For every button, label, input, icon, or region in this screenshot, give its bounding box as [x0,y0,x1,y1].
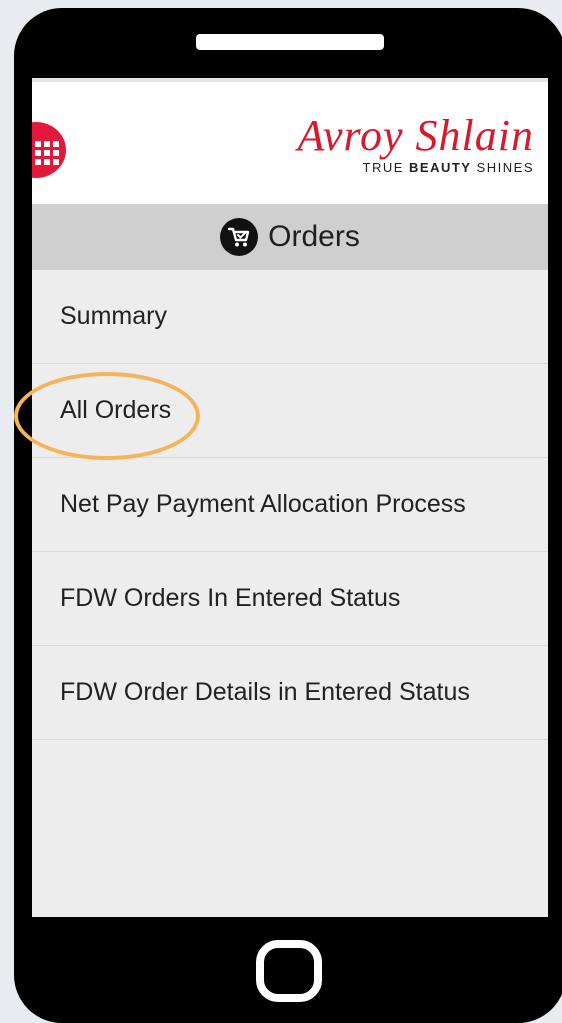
brand-name: Avroy Shlain [297,111,534,160]
cart-icon [220,218,259,256]
phone-side-button [14,222,26,244]
home-button[interactable] [256,940,322,1002]
menu-button[interactable] [32,122,66,178]
brand-tagline: TRUE BEAUTY SHINES [363,160,534,175]
brand-logo: Avroy Shlain TRUE BEAUTY SHINES [190,111,534,175]
section-title: Orders [268,220,360,253]
tagline-suffix: SHINES [471,160,534,175]
menu-item-net-pay-allocation[interactable]: Net Pay Payment Allocation Process [32,458,548,552]
app-header: Avroy Shlain TRUE BEAUTY SHINES [32,78,548,204]
highlight-circle [14,372,200,460]
app-screen: Avroy Shlain TRUE BEAUTY SHINES Orders S… [32,78,548,917]
tagline-bold: BEAUTY [409,160,472,175]
grid-icon [35,141,59,165]
section-header: Orders [32,204,548,270]
phone-speaker [196,34,384,50]
menu-item-fdw-order-details-entered[interactable]: FDW Order Details in Entered Status [32,646,548,740]
menu-item-summary[interactable]: Summary [32,270,548,364]
tagline-prefix: TRUE [362,160,410,175]
orders-menu-list: Summary All Orders Net Pay Payment Alloc… [32,270,548,740]
menu-item-fdw-orders-entered[interactable]: FDW Orders In Entered Status [32,552,548,646]
